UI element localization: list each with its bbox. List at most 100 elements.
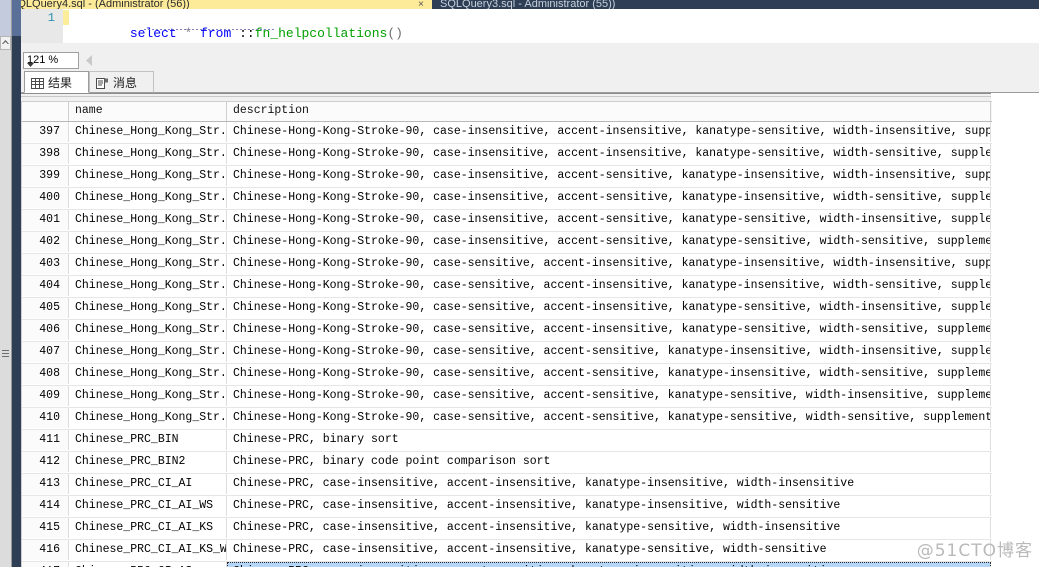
collation-name-cell[interactable]: Chinese_PRC_CI_AS xyxy=(69,562,227,567)
collation-description-cell[interactable]: Chinese-Hong-Kong-Stroke-90, case-insens… xyxy=(227,144,991,164)
row-number-cell[interactable]: 399 xyxy=(22,166,69,186)
collation-name-cell[interactable]: Chinese_Hong_Kong_Str... xyxy=(69,232,227,252)
grid-header-description[interactable]: description xyxy=(227,102,991,121)
table-row[interactable]: 412 Chinese_PRC_BIN2 Chinese-PRC, binary c… xyxy=(22,452,992,474)
collation-name-cell[interactable]: Chinese_Hong_Kong_Str... xyxy=(69,210,227,230)
collation-description-cell[interactable]: Chinese-Hong-Kong-Stroke-90, case-sensit… xyxy=(227,342,991,362)
row-number-cell[interactable]: 409 xyxy=(22,386,69,406)
collation-description-cell[interactable]: Chinese-PRC, case-insensitive, accent-se… xyxy=(227,562,991,567)
collation-description-cell[interactable]: Chinese-Hong-Kong-Stroke-90, case-sensit… xyxy=(227,298,991,318)
tab-results[interactable]: 结果 xyxy=(24,71,89,93)
table-row[interactable]: 414 Chinese_PRC_CI_AI_WS Chinese-PRC, case… xyxy=(22,496,992,518)
table-row[interactable]: 402 Chinese_Hong_Kong_Str... Chinese-Hong-… xyxy=(22,232,992,254)
collation-name-cell[interactable]: Chinese_PRC_BIN xyxy=(69,430,227,450)
row-number-cell[interactable]: 398 xyxy=(22,144,69,164)
table-row[interactable]: 405 Chinese_Hong_Kong_Str... Chinese-Hong-… xyxy=(22,298,992,320)
row-number-cell[interactable]: 400 xyxy=(22,188,69,208)
table-row[interactable]: 407 Chinese_Hong_Kong_Str... Chinese-Hong-… xyxy=(22,342,992,364)
table-row[interactable]: 409 Chinese_Hong_Kong_Str... Chinese-Hong-… xyxy=(22,386,992,408)
collation-description-cell[interactable]: Chinese-PRC, case-insensitive, accent-in… xyxy=(227,518,991,538)
grid-header-name[interactable]: name xyxy=(69,102,227,121)
collation-name-cell[interactable]: Chinese_Hong_Kong_Str... xyxy=(69,122,227,142)
table-row[interactable]: 415 Chinese_PRC_CI_AI_KS Chinese-PRC, case… xyxy=(22,518,992,540)
results-grid-pane[interactable]: name description 397 Chinese_Hong_Kong_St… xyxy=(21,93,1039,567)
collation-name-cell[interactable]: Chinese_PRC_CI_AI xyxy=(69,474,227,494)
collation-description-cell[interactable]: Chinese-Hong-Kong-Stroke-90, case-insens… xyxy=(227,210,991,230)
collation-name-cell[interactable]: Chinese_Hong_Kong_Str... xyxy=(69,320,227,340)
results-grid[interactable]: name description 397 Chinese_Hong_Kong_St… xyxy=(21,101,992,567)
table-row[interactable]: 398 Chinese_Hong_Kong_Str... Chinese-Hong-… xyxy=(22,144,992,166)
grid-header-rownum[interactable] xyxy=(22,102,69,121)
splitter-collapse-icon[interactable] xyxy=(85,55,94,66)
collation-name-cell[interactable]: Chinese_PRC_CI_AI_KS_WS xyxy=(69,540,227,560)
collation-name-cell[interactable]: Chinese_Hong_Kong_Str... xyxy=(69,342,227,362)
row-number-cell[interactable]: 404 xyxy=(22,276,69,296)
table-row[interactable]: 406 Chinese_Hong_Kong_Str... Chinese-Hong-… xyxy=(22,320,992,342)
document-tab-sqlquery4-close-icon[interactable]: × xyxy=(418,0,424,9)
row-number-cell[interactable]: 410 xyxy=(22,408,69,428)
row-number-cell[interactable]: 416 xyxy=(22,540,69,560)
collation-description-cell[interactable]: Chinese-Hong-Kong-Stroke-90, case-sensit… xyxy=(227,254,991,274)
chevron-down-icon[interactable] xyxy=(27,58,74,70)
row-number-cell[interactable]: 397 xyxy=(22,122,69,142)
collation-name-cell[interactable]: Chinese_Hong_Kong_Str... xyxy=(69,166,227,186)
collation-description-cell[interactable]: Chinese-PRC, binary sort xyxy=(227,430,991,450)
collation-description-cell[interactable]: Chinese-Hong-Kong-Stroke-90, case-insens… xyxy=(227,188,991,208)
row-number-cell[interactable]: 406 xyxy=(22,320,69,340)
row-number-cell[interactable]: 408 xyxy=(22,364,69,384)
collation-description-cell[interactable]: Chinese-PRC, case-insensitive, accent-in… xyxy=(227,540,991,560)
collation-description-cell[interactable]: Chinese-Hong-Kong-Stroke-90, case-sensit… xyxy=(227,408,991,428)
collation-description-cell[interactable]: Chinese-Hong-Kong-Stroke-90, case-sensit… xyxy=(227,364,991,384)
collation-name-cell[interactable]: Chinese_Hong_Kong_Str... xyxy=(69,408,227,428)
row-number-cell[interactable]: 414 xyxy=(22,496,69,516)
table-row[interactable]: 410 Chinese_Hong_Kong_Str... Chinese-Hong-… xyxy=(22,408,992,430)
table-row[interactable]: 397 Chinese_Hong_Kong_Str... Chinese-Hong-… xyxy=(22,122,992,144)
document-tab-sqlquery4[interactable]: SQLQuery4.sql - (Administrator (56)) xyxy=(10,0,432,9)
collation-description-cell[interactable]: Chinese-PRC, binary code point compariso… xyxy=(227,452,991,472)
collation-description-cell[interactable]: Chinese-Hong-Kong-Stroke-90, case-insens… xyxy=(227,232,991,252)
table-row[interactable]: 413 Chinese_PRC_CI_AI Chinese-PRC, case-in… xyxy=(22,474,992,496)
table-row[interactable]: 417Chinese_PRC_CI_ASChinese-PRC, case-in… xyxy=(22,562,992,567)
collation-name-cell[interactable]: Chinese_Hong_Kong_Str... xyxy=(69,364,227,384)
collation-name-cell[interactable]: Chinese_PRC_CI_AI_WS xyxy=(69,496,227,516)
collation-name-cell[interactable]: Chinese_Hong_Kong_Str... xyxy=(69,298,227,318)
collation-name-cell[interactable]: Chinese_Hong_Kong_Str... xyxy=(69,386,227,406)
table-row[interactable]: 411 Chinese_PRC_BIN Chinese-PRC, binary so… xyxy=(22,430,992,452)
table-row[interactable]: 403 Chinese_Hong_Kong_Str... Chinese-Hong-… xyxy=(22,254,992,276)
collation-description-cell[interactable]: Chinese-Hong-Kong-Stroke-90, case-sensit… xyxy=(227,276,991,296)
collation-name-cell[interactable]: Chinese_PRC_BIN2 xyxy=(69,452,227,472)
row-number-cell[interactable]: 411 xyxy=(22,430,69,450)
table-row[interactable]: 399 Chinese_Hong_Kong_Str... Chinese-Hong-… xyxy=(22,166,992,188)
collation-name-cell[interactable]: Chinese_Hong_Kong_Str... xyxy=(69,188,227,208)
row-number-cell[interactable]: 405 xyxy=(22,298,69,318)
table-row[interactable]: 401 Chinese_Hong_Kong_Str... Chinese-Hong-… xyxy=(22,210,992,232)
results-splitter-bar[interactable]: 121 % xyxy=(21,51,1039,71)
collation-description-cell[interactable]: Chinese-Hong-Kong-Stroke-90, case-insens… xyxy=(227,166,991,186)
collation-description-cell[interactable]: Chinese-Hong-Kong-Stroke-90, case-sensit… xyxy=(227,386,991,406)
collation-name-cell[interactable]: Chinese_PRC_CI_AI_KS xyxy=(69,518,227,538)
collation-name-cell[interactable]: Chinese_Hong_Kong_Str... xyxy=(69,254,227,274)
tab-messages[interactable]: 消息 xyxy=(89,71,154,93)
zoom-level-combobox[interactable]: 121 % xyxy=(23,52,79,69)
table-row[interactable]: 408 Chinese_Hong_Kong_Str... Chinese-Hong-… xyxy=(22,364,992,386)
collation-description-cell[interactable]: Chinese-PRC, case-insensitive, accent-in… xyxy=(227,496,991,516)
row-number-cell[interactable]: 407 xyxy=(22,342,69,362)
table-row[interactable]: 400 Chinese_Hong_Kong_Str... Chinese-Hong-… xyxy=(22,188,992,210)
document-tab-sqlquery3[interactable]: SQLQuery3.sql - Administrator (55)) xyxy=(440,0,832,9)
collation-description-cell[interactable]: Chinese-Hong-Kong-Stroke-90, case-insens… xyxy=(227,122,991,142)
row-number-cell[interactable]: 401 xyxy=(22,210,69,230)
table-row[interactable]: 404 Chinese_Hong_Kong_Str... Chinese-Hong-… xyxy=(22,276,992,298)
table-row[interactable]: 416 Chinese_PRC_CI_AI_KS_WS Chinese-PRC, c… xyxy=(22,540,992,562)
dock-grip-icon[interactable] xyxy=(2,350,9,359)
row-number-cell[interactable]: 403 xyxy=(22,254,69,274)
row-number-cell[interactable]: 412 xyxy=(22,452,69,472)
collation-name-cell[interactable]: Chinese_Hong_Kong_Str... xyxy=(69,276,227,296)
sql-editor-pane[interactable]: 1 select * from ::fn_helpcollations() xyxy=(21,9,1039,43)
row-number-cell[interactable]: 415 xyxy=(22,518,69,538)
left-scrollbar-thumb[interactable] xyxy=(0,0,11,36)
row-number-cell[interactable]: 417 xyxy=(22,562,69,567)
row-number-cell[interactable]: 402 xyxy=(22,232,69,252)
collation-description-cell[interactable]: Chinese-PRC, case-insensitive, accent-in… xyxy=(227,474,991,494)
scroll-up-arrow-icon[interactable] xyxy=(0,36,11,50)
row-number-cell[interactable]: 413 xyxy=(22,474,69,494)
